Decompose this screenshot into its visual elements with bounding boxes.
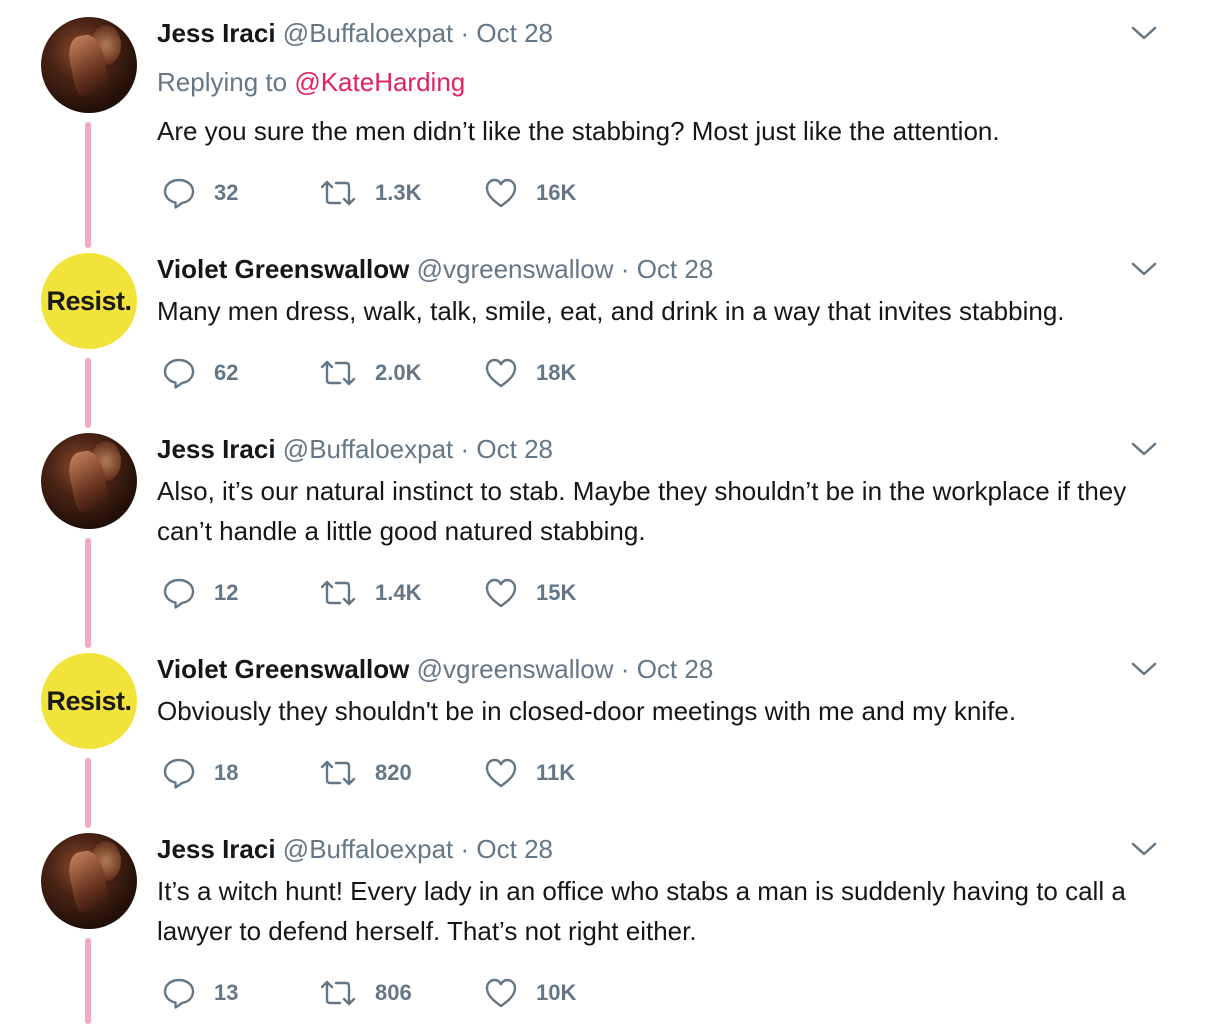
reply-count: 12 xyxy=(214,580,239,605)
chevron-down-icon[interactable] xyxy=(1130,659,1158,679)
retweet-button[interactable]: 806 xyxy=(319,975,412,1011)
reply-button[interactable]: 32 xyxy=(162,175,238,211)
reply-icon xyxy=(163,578,195,609)
replying-prefix: Replying to xyxy=(157,67,295,97)
reply-icon xyxy=(163,758,195,789)
tweet-header: Jess Iraci @Buffaloexpat · Oct 28 xyxy=(157,17,553,49)
thread-connector xyxy=(85,538,91,648)
author-name[interactable]: Violet Greenswallow xyxy=(157,254,409,284)
thread-connector xyxy=(85,938,91,1024)
author-handle[interactable]: @Buffaloexpat xyxy=(283,18,453,48)
heart-icon xyxy=(485,178,517,208)
retweet-count: 1.3K xyxy=(375,180,422,205)
author-handle[interactable]: @vgreenswallow xyxy=(417,654,614,684)
reply-count: 32 xyxy=(214,180,239,205)
reply-icon xyxy=(163,178,195,209)
tweet-header: Violet Greenswallow @vgreenswallow · Oct… xyxy=(157,653,713,685)
avatar[interactable] xyxy=(41,17,137,113)
avatar[interactable]: Resist. xyxy=(41,253,137,349)
thread-connector xyxy=(85,122,91,248)
reply-count: 13 xyxy=(214,980,239,1005)
tweet-text: Are you sure the men didn’t like the sta… xyxy=(157,116,1000,146)
reply-button[interactable]: 18 xyxy=(162,755,238,791)
retweet-button[interactable]: 2.0K xyxy=(319,355,421,391)
chevron-down-icon[interactable] xyxy=(1130,23,1158,43)
retweet-icon xyxy=(320,360,356,386)
retweet-button[interactable]: 1.4K xyxy=(319,575,421,611)
tweet-text: Also, it’s our natural instinct to stab.… xyxy=(157,476,1127,546)
chevron-down-icon[interactable] xyxy=(1130,259,1158,279)
like-button[interactable]: 18K xyxy=(484,355,576,391)
tweet-header: Jess Iraci @Buffaloexpat · Oct 28 xyxy=(157,833,553,865)
separator: · xyxy=(620,654,630,684)
author-name[interactable]: Violet Greenswallow xyxy=(157,654,409,684)
heart-icon xyxy=(485,578,517,608)
tweet-text: Obviously they shouldn't be in closed-do… xyxy=(157,696,1017,726)
author-name[interactable]: Jess Iraci xyxy=(157,834,276,864)
separator: · xyxy=(460,18,470,48)
reply-button[interactable]: 12 xyxy=(162,575,238,611)
reply-button[interactable]: 62 xyxy=(162,355,238,391)
heart-icon xyxy=(485,978,517,1008)
retweet-count: 806 xyxy=(375,980,412,1005)
replying-to: Replying to @KateHarding xyxy=(157,66,465,98)
like-count: 15K xyxy=(536,580,577,605)
avatar[interactable] xyxy=(41,833,137,929)
separator: · xyxy=(620,254,630,284)
avatar[interactable]: Resist. xyxy=(41,653,137,749)
tweet-text: Many men dress, walk, talk, smile, eat, … xyxy=(157,296,1065,326)
chevron-down-icon[interactable] xyxy=(1130,439,1158,459)
retweet-icon xyxy=(320,980,356,1006)
reply-count: 18 xyxy=(214,760,239,785)
like-count: 11K xyxy=(536,760,576,785)
tweet-date[interactable]: Oct 28 xyxy=(476,18,553,48)
reply-icon xyxy=(163,978,195,1009)
like-button[interactable]: 11K xyxy=(484,755,575,791)
like-button[interactable]: 16K xyxy=(484,175,576,211)
chevron-down-icon[interactable] xyxy=(1130,839,1158,859)
retweet-icon xyxy=(320,760,356,786)
tweet-header: Violet Greenswallow @vgreenswallow · Oct… xyxy=(157,253,713,285)
like-count: 16K xyxy=(536,180,577,205)
like-count: 10K xyxy=(536,980,577,1005)
avatar-text: Resist. xyxy=(46,685,132,716)
retweet-count: 820 xyxy=(375,760,412,785)
retweet-icon xyxy=(320,580,356,606)
reply-button[interactable]: 13 xyxy=(162,975,238,1011)
mention-link[interactable]: @KateHarding xyxy=(294,67,465,97)
avatar-text: Resist. xyxy=(46,285,132,316)
tweet-date[interactable]: Oct 28 xyxy=(637,654,714,684)
avatar[interactable] xyxy=(41,433,137,529)
reply-count: 62 xyxy=(214,360,239,385)
retweet-button[interactable]: 820 xyxy=(319,755,412,791)
tweet-date[interactable]: Oct 28 xyxy=(476,434,553,464)
retweet-count: 2.0K xyxy=(375,360,422,385)
author-name[interactable]: Jess Iraci xyxy=(157,434,276,464)
author-handle[interactable]: @Buffaloexpat xyxy=(283,834,453,864)
tweet-header: Jess Iraci @Buffaloexpat · Oct 28 xyxy=(157,433,553,465)
like-count: 18K xyxy=(536,360,577,385)
tweet-thread: Jess Iraci @Buffaloexpat · Oct 28 Replyi… xyxy=(0,0,1206,1024)
separator: · xyxy=(460,834,470,864)
reply-icon xyxy=(163,358,195,389)
heart-icon xyxy=(485,758,517,788)
separator: · xyxy=(460,434,470,464)
retweet-icon xyxy=(320,180,356,206)
heart-icon xyxy=(485,358,517,388)
retweet-button[interactable]: 1.3K xyxy=(319,175,421,211)
tweet-date[interactable]: Oct 28 xyxy=(637,254,714,284)
tweet-text: It’s a witch hunt! Every lady in an offi… xyxy=(157,876,1126,946)
tweet-date[interactable]: Oct 28 xyxy=(476,834,553,864)
author-handle[interactable]: @Buffaloexpat xyxy=(283,434,453,464)
retweet-count: 1.4K xyxy=(375,580,422,605)
thread-connector xyxy=(85,358,91,428)
like-button[interactable]: 10K xyxy=(484,975,576,1011)
author-name[interactable]: Jess Iraci xyxy=(157,18,276,48)
like-button[interactable]: 15K xyxy=(484,575,576,611)
thread-connector xyxy=(85,758,91,828)
author-handle[interactable]: @vgreenswallow xyxy=(417,254,614,284)
